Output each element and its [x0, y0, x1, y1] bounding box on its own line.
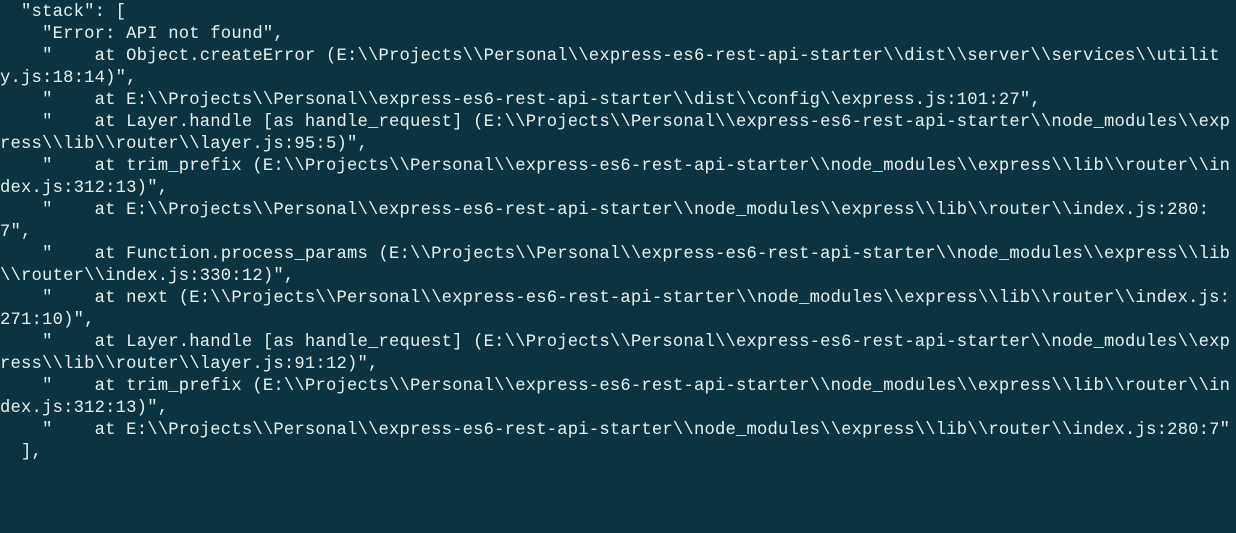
json-key-line: "stack": [: [0, 3, 126, 22]
stack-line: " at Layer.handle [as handle_request] (E…: [0, 333, 1230, 374]
stack-line: " at E:\\Projects\\Personal\\express-es6…: [0, 91, 1041, 110]
stack-line: " at Function.process_params (E:\\Projec…: [0, 245, 1230, 286]
stack-line: " at E:\\Projects\\Personal\\express-es6…: [0, 201, 1209, 242]
stack-line: "Error: API not found",: [0, 25, 284, 44]
stack-line: " at trim_prefix (E:\\Projects\\Personal…: [0, 157, 1230, 198]
stack-line: " at E:\\Projects\\Personal\\express-es6…: [0, 421, 1230, 440]
stack-line: " at trim_prefix (E:\\Projects\\Personal…: [0, 377, 1230, 418]
stack-line: " at Object.createError (E:\\Projects\\P…: [0, 47, 1220, 88]
stack-line: " at Layer.handle [as handle_request] (E…: [0, 113, 1230, 154]
stack-line: " at next (E:\\Projects\\Personal\\expre…: [0, 289, 1230, 330]
terminal-output: "stack": [ "Error: API not found", " at …: [0, 0, 1236, 464]
json-close-line: ],: [0, 443, 42, 462]
